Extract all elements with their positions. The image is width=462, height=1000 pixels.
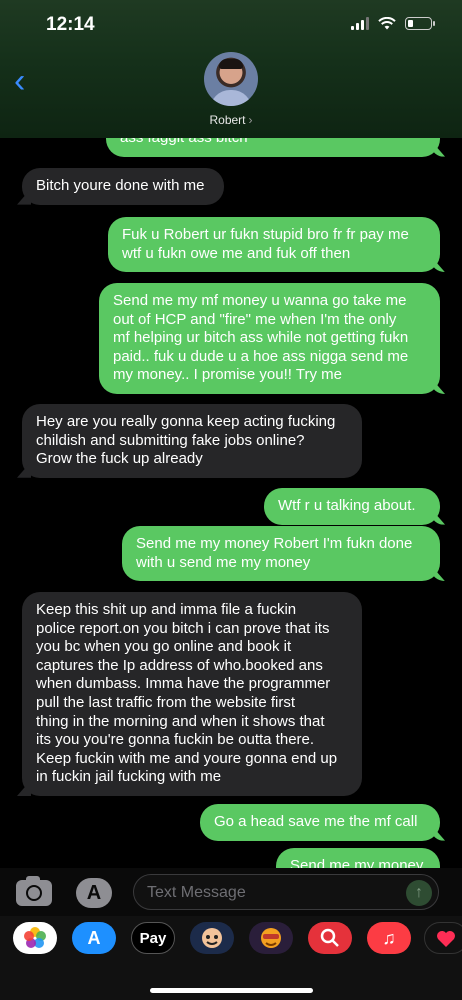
app-store-app-icon[interactable]: A	[72, 922, 116, 954]
digital-touch-app-icon[interactable]	[424, 922, 462, 954]
composer-bar: A ↑	[0, 868, 462, 916]
conversation-header: 12:14 ‹ Robert ›	[0, 0, 462, 138]
chevron-right-icon: ›	[248, 113, 253, 127]
battery-icon	[405, 17, 435, 30]
message-bubble-outgoing[interactable]: Send me my mf money u wanna go take me o…	[99, 283, 440, 394]
back-chevron-icon[interactable]: ‹	[14, 64, 25, 98]
message-bubble-incoming[interactable]: Hey are you really gonna keep acting fuc…	[22, 404, 362, 478]
message-bubble-outgoing[interactable]: Wtf r u talking about.	[264, 488, 440, 525]
app-store-icon[interactable]: A	[76, 878, 112, 908]
message-bubble-incoming[interactable]: Keep this shit up and imma file a fuckin…	[22, 592, 362, 796]
message-bubble-outgoing[interactable]: Go a head save me the mf call	[200, 804, 440, 841]
memoji-app-icon[interactable]	[190, 922, 234, 954]
photos-app-icon[interactable]	[13, 922, 57, 954]
message-bubble-incoming[interactable]: Bitch youre done with me	[22, 168, 224, 205]
wifi-icon	[378, 17, 396, 30]
message-thread[interactable]: ass faggit ass bitch Bitch youre done wi…	[0, 138, 462, 868]
cellular-signal-icon	[351, 17, 369, 30]
apple-pay-label: Pay	[139, 930, 167, 947]
message-input[interactable]	[147, 881, 407, 905]
contact-name: Robert	[209, 113, 246, 127]
message-input-field[interactable]: ↑	[133, 874, 439, 910]
status-icons	[351, 17, 435, 30]
animoji-app-icon[interactable]	[249, 922, 293, 954]
message-bubble-outgoing[interactable]: Fuk u Robert ur fukn stupid bro fr fr pa…	[108, 217, 440, 273]
send-arrow-icon[interactable]: ↑	[406, 880, 432, 906]
web-search-app-icon[interactable]	[308, 922, 352, 954]
music-app-icon[interactable]: ♫	[367, 922, 411, 954]
contact-avatar[interactable]	[204, 52, 258, 106]
message-bubble-outgoing[interactable]: Send me my money	[276, 848, 440, 868]
camera-icon[interactable]	[16, 876, 52, 906]
home-indicator[interactable]	[150, 988, 313, 993]
music-note-icon: ♫	[382, 928, 396, 948]
message-bubble-outgoing[interactable]: ass faggit ass bitch	[106, 138, 440, 157]
apple-pay-app-icon[interactable]: Pay	[131, 922, 175, 954]
imessage-app-drawer: A Pay ♫	[0, 916, 462, 1000]
status-time: 12:14	[46, 14, 95, 35]
message-bubble-outgoing[interactable]: Send me my money Robert I'm fukn done wi…	[122, 526, 440, 582]
contact-name-button[interactable]: Robert ›	[0, 113, 462, 127]
